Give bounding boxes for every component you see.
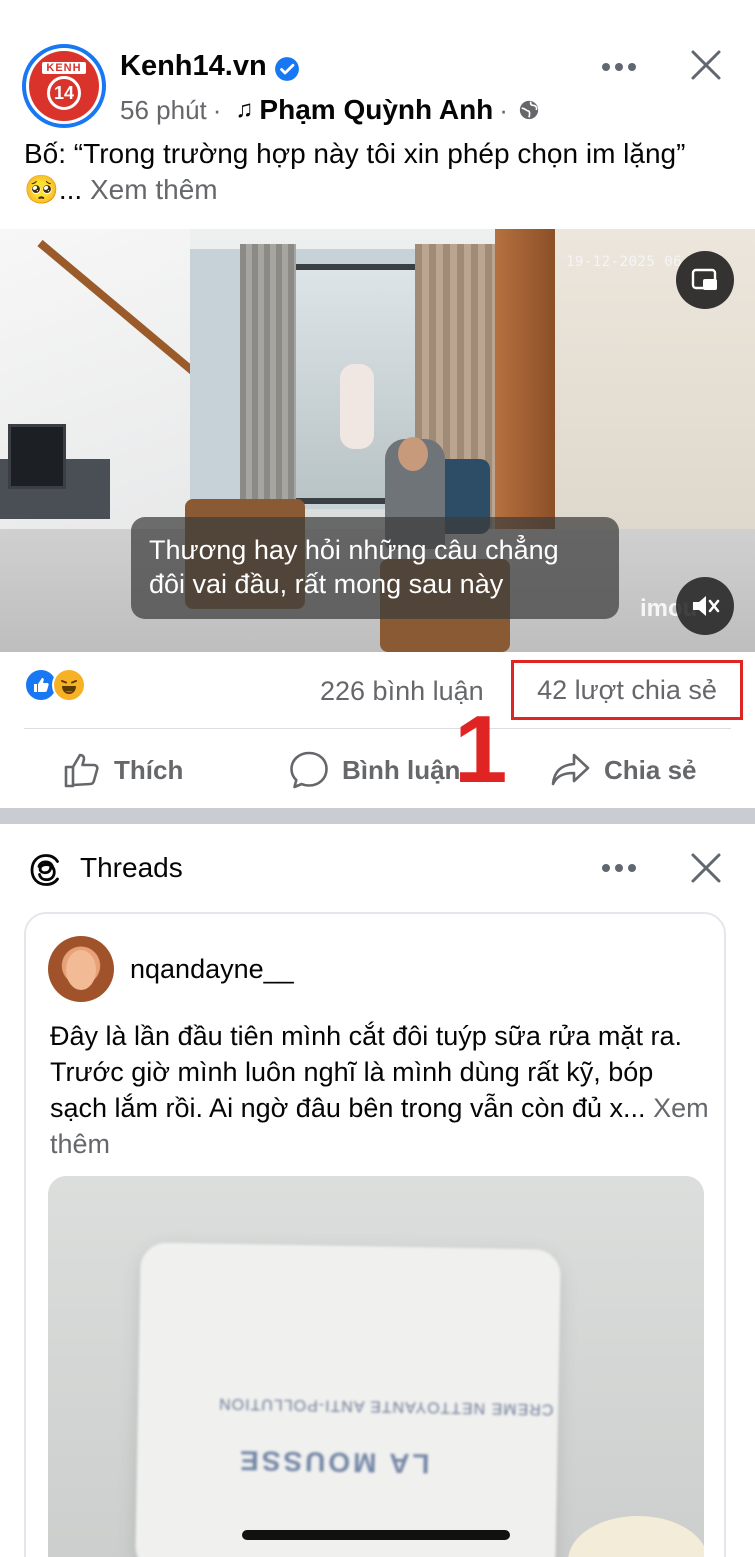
see-more-link[interactable]: Xem thêm xyxy=(90,174,218,205)
share-button[interactable]: Chia sẻ xyxy=(550,740,697,800)
verified-badge-icon xyxy=(275,57,299,81)
thread-body-text: Đây là lần đầu tiên mình cắt đôi tuýp sữ… xyxy=(50,1021,682,1123)
threads-title[interactable]: Threads xyxy=(80,852,183,884)
thread-user-avatar[interactable] xyxy=(48,936,114,1002)
music-artist[interactable]: Phạm Quỳnh Anh xyxy=(259,94,493,126)
feed-separator xyxy=(0,808,755,824)
avatar-face xyxy=(66,950,96,990)
globe-icon xyxy=(519,100,539,120)
pouch-small-label: CREME NETTOYANTE ANTI-POLLUTION xyxy=(217,1394,554,1418)
stats-divider xyxy=(24,728,731,729)
post-video[interactable]: 19-12-2025 06 Thương hay hỏi những câu c… xyxy=(0,229,755,652)
post-meta: 56 phút · ♫ Phạm Quỳnh Anh · xyxy=(120,94,540,126)
like-label: Thích xyxy=(114,754,184,785)
threads-logo-icon xyxy=(30,854,59,886)
picture-in-picture-button[interactable] xyxy=(676,251,734,309)
thread-image[interactable]: CREME NETTOYANTE ANTI-POLLUTION LA MOUSS… xyxy=(48,1176,704,1557)
share-count[interactable]: 42 lượt chia sẻ xyxy=(511,660,743,720)
video-subtitle: Thương hay hỏi những câu chẳng đôi vai đ… xyxy=(131,517,619,619)
home-indicator[interactable] xyxy=(242,1530,510,1540)
page-name[interactable]: Kenh14.vn xyxy=(120,50,267,83)
scene-curtain-left xyxy=(240,244,296,509)
like-button[interactable]: Thích xyxy=(62,740,183,800)
scene-tv xyxy=(8,424,66,489)
threads-more-options-icon[interactable] xyxy=(602,864,636,872)
more-options-icon[interactable] xyxy=(602,63,636,71)
thread-body: Đây là lần đầu tiên mình cắt đôi tuýp sữ… xyxy=(50,1018,710,1162)
share-label: Chia sẻ xyxy=(604,754,697,785)
scene-man-head xyxy=(398,437,428,471)
haha-reaction-icon xyxy=(52,668,86,702)
mute-button[interactable] xyxy=(676,577,734,635)
comment-button[interactable]: Bình luận xyxy=(288,740,460,800)
post-header: KENH 14 Kenh14.vn 56 phút · ♫ Phạm Quỳnh… xyxy=(0,0,755,220)
meta-dot: · xyxy=(212,94,222,125)
thread-card[interactable]: nqandayne__ Đây là lần đầu tiên mình cắt… xyxy=(24,912,726,1557)
post-time: 56 phút xyxy=(120,94,207,125)
scene-woman xyxy=(340,364,374,449)
music-note-icon: ♫ xyxy=(235,96,254,123)
reaction-summary[interactable] xyxy=(24,668,94,702)
comment-bubble-icon xyxy=(290,751,328,789)
picture-in-picture-icon xyxy=(691,268,717,290)
post-actions: Thích Bình luận Chia sẻ xyxy=(0,740,755,800)
video-timestamp: 19-12-2025 06 xyxy=(566,254,683,270)
speaker-muted-icon xyxy=(693,596,720,616)
thread-username[interactable]: nqandayne__ xyxy=(130,954,294,985)
avatar-number: 14 xyxy=(47,76,81,110)
close-icon[interactable] xyxy=(689,48,723,82)
avatar-brand-text: KENH xyxy=(42,62,86,74)
post-caption: Bố: “Trong trường hợp này tôi xin phép c… xyxy=(24,136,724,208)
meta-dot-2: · xyxy=(499,94,508,125)
share-count-text: 42 lượt chia sẻ xyxy=(537,674,717,705)
comment-label: Bình luận xyxy=(342,754,461,785)
cleanser-pouch: CREME NETTOYANTE ANTI-POLLUTION LA MOUSS… xyxy=(135,1242,561,1557)
share-arrow-icon xyxy=(551,753,590,786)
cream-blob xyxy=(568,1516,704,1557)
pouch-big-label: LA MOUSSE xyxy=(236,1445,430,1480)
kenh14-logo: KENH 14 xyxy=(29,51,99,121)
threads-close-icon[interactable] xyxy=(689,851,723,885)
page-avatar[interactable]: KENH 14 xyxy=(22,44,106,128)
threads-header: Threads xyxy=(0,824,755,914)
thumbs-up-icon xyxy=(64,753,99,788)
